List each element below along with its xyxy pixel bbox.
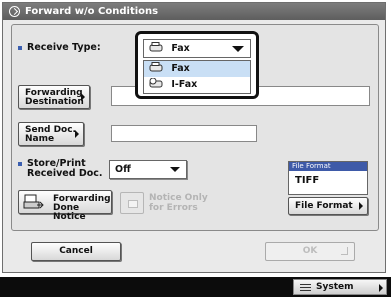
store-print-value: Off — [115, 164, 131, 175]
forwarding-destination-button[interactable]: Forwarding Destination — [18, 85, 90, 109]
file-format-value: TIFF — [295, 175, 320, 186]
ok-button[interactable]: OK — [265, 242, 355, 261]
chevron-down-icon — [170, 167, 180, 172]
receive-type-label: Receive Type: — [18, 43, 101, 53]
system-bar: System Monitor — [0, 277, 391, 297]
store-print-label: Store/Print Received Doc. — [18, 159, 103, 179]
option-ifax[interactable]: I-Fax — [144, 77, 250, 93]
forwarding-done-notice-label-2: Done Notice — [53, 203, 86, 222]
window-title: Forward w/o Conditions — [25, 6, 159, 17]
fax-icon — [149, 62, 163, 72]
cancel-button[interactable]: Cancel — [31, 242, 121, 261]
forwarding-done-notice-button[interactable]: Forwarding Done Notice — [18, 190, 112, 222]
ifax-icon — [149, 78, 163, 88]
enter-icon — [341, 247, 348, 255]
file-format-header: File Format — [289, 162, 367, 171]
file-format-button-label: File Format — [295, 201, 353, 211]
cancel-label: Cancel — [59, 246, 93, 256]
option-fax[interactable]: Fax — [144, 61, 250, 77]
ok-label: OK — [302, 246, 318, 256]
receive-type-dropdown-popup: Fax Fax I-Fax — [135, 31, 259, 99]
send-doc-name-button[interactable]: Send Doc. Name — [18, 122, 84, 146]
title-bar: Forward w/o Conditions — [3, 3, 385, 20]
bullet-icon — [18, 161, 22, 166]
receive-type-value: Fax — [171, 43, 190, 54]
notice-only-errors-button[interactable] — [120, 192, 144, 214]
system-monitor-icon — [300, 284, 311, 291]
notice-printer-icon — [23, 194, 44, 209]
bullet-icon — [18, 45, 22, 50]
forwarding-destination-label-2: Destination — [25, 97, 84, 107]
send-doc-name-field[interactable] — [111, 125, 257, 142]
chevron-right-icon — [81, 93, 85, 101]
chevron-right-icon — [75, 130, 79, 138]
chevron-right-icon — [359, 202, 363, 210]
system-monitor-button[interactable]: System Monitor — [293, 279, 387, 297]
option-ifax-label: I-Fax — [171, 79, 198, 90]
option-fax-label: Fax — [171, 63, 190, 74]
circle-arrow-icon — [9, 6, 20, 17]
chevron-right-icon — [379, 284, 383, 292]
store-print-dropdown[interactable]: Off — [109, 160, 187, 179]
notice-only-errors-label: Notice Only for Errors — [149, 193, 208, 213]
system-monitor-label: System Monitor — [316, 282, 356, 297]
receive-type-options: Fax I-Fax — [143, 60, 251, 94]
chevron-down-icon — [232, 46, 244, 52]
file-format-box: File Format TIFF — [288, 161, 368, 195]
fax-icon — [149, 42, 163, 52]
file-format-button[interactable]: File Format — [288, 197, 368, 215]
receive-type-dropdown[interactable]: Fax — [143, 39, 251, 58]
